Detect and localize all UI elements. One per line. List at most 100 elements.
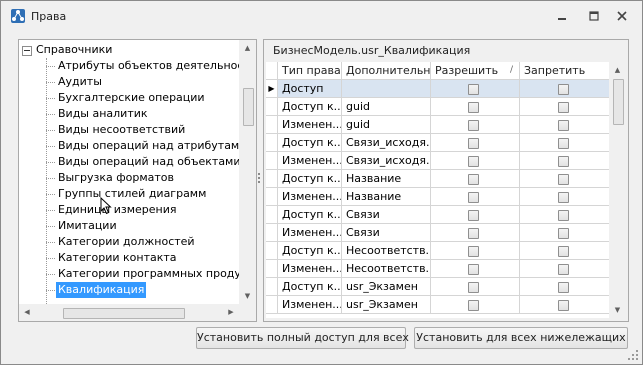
- cell-extra[interactable]: Название: [342, 170, 431, 188]
- cell-type[interactable]: Изменен...: [278, 116, 342, 134]
- deny-checkbox[interactable]: [558, 192, 569, 203]
- row-header[interactable]: [266, 206, 278, 224]
- deny-checkbox[interactable]: [558, 210, 569, 221]
- cell-extra[interactable]: Связи: [342, 224, 431, 242]
- cell-type[interactable]: Доступ: [278, 80, 342, 98]
- table-row[interactable]: Изменен... guid: [266, 116, 611, 134]
- table-row[interactable]: Изменен... Название: [266, 188, 611, 206]
- allow-checkbox[interactable]: [468, 282, 479, 293]
- table-row[interactable]: Доступ к... guid: [266, 98, 611, 116]
- scrollbar-thumb[interactable]: [243, 88, 254, 126]
- cell-type[interactable]: Изменен...: [278, 188, 342, 206]
- cell-type[interactable]: Доступ к...: [278, 170, 342, 188]
- tree-item-label[interactable]: Имитации: [56, 218, 119, 234]
- scroll-down-arrow-icon[interactable]: ▼: [239, 288, 256, 304]
- column-header-extra[interactable]: Дополнительн...: [342, 62, 431, 79]
- table-row[interactable]: Изменен... Связи_исходя...: [266, 152, 611, 170]
- table-row[interactable]: Доступ к... Связи_исходя...: [266, 134, 611, 152]
- allow-checkbox[interactable]: [468, 264, 479, 275]
- cell-extra[interactable]: Связи_исходя...: [342, 134, 431, 152]
- tree-item-label[interactable]: Выгрузка форматов: [56, 170, 176, 186]
- tree-horizontal-scrollbar[interactable]: ◀ ▶: [19, 304, 239, 321]
- table-row[interactable]: Изменен... Несоответств...: [266, 260, 611, 278]
- tree-item-label[interactable]: Виды операций над атрибутами: [56, 138, 248, 154]
- tree-item-label[interactable]: Категории программных продуктов: [56, 266, 256, 282]
- allow-checkbox[interactable]: [468, 84, 479, 95]
- allow-checkbox[interactable]: [468, 174, 479, 185]
- deny-checkbox[interactable]: [558, 228, 569, 239]
- tree-vertical-scrollbar[interactable]: ▲ ▼: [239, 40, 256, 304]
- table-row[interactable]: ▶ Доступ: [266, 80, 611, 98]
- table-row[interactable]: Изменен... Связи: [266, 224, 611, 242]
- row-header[interactable]: [266, 188, 278, 206]
- deny-checkbox[interactable]: [558, 120, 569, 131]
- maximize-icon[interactable]: [586, 9, 602, 23]
- tree-item-label[interactable]: Виды операций над объектами: [56, 154, 243, 170]
- cell-extra[interactable]: usr_Экзамен: [342, 296, 431, 314]
- row-header[interactable]: [266, 170, 278, 188]
- allow-checkbox[interactable]: [468, 120, 479, 131]
- tree-root-label[interactable]: Справочники: [36, 42, 112, 58]
- deny-checkbox[interactable]: [558, 282, 569, 293]
- cell-type[interactable]: Доступ к...: [278, 98, 342, 116]
- tree-item-label[interactable]: Виды аналитик: [56, 106, 150, 122]
- tree-item-label[interactable]: Виды несоответствий: [56, 122, 187, 138]
- minimize-icon[interactable]: [554, 9, 570, 23]
- cell-extra[interactable]: guid: [342, 98, 431, 116]
- cell-extra[interactable]: Связи: [342, 206, 431, 224]
- column-header-type[interactable]: Тип права: [278, 62, 342, 79]
- scroll-left-arrow-icon[interactable]: ◀: [19, 304, 35, 321]
- row-header[interactable]: [266, 152, 278, 170]
- allow-checkbox[interactable]: [468, 228, 479, 239]
- cell-type[interactable]: Доступ к...: [278, 206, 342, 224]
- cell-extra[interactable]: Название: [342, 188, 431, 206]
- allow-checkbox[interactable]: [468, 246, 479, 257]
- table-row[interactable]: Доступ к... Название: [266, 170, 611, 188]
- scroll-up-arrow-icon[interactable]: ▲: [239, 40, 256, 56]
- cell-extra[interactable]: Несоответств...: [342, 260, 431, 278]
- deny-checkbox[interactable]: [558, 102, 569, 113]
- table-row[interactable]: Доступ к... Связи: [266, 206, 611, 224]
- scrollbar-thumb[interactable]: [613, 79, 624, 125]
- allow-checkbox[interactable]: [468, 300, 479, 311]
- cell-type[interactable]: Доступ к...: [278, 278, 342, 296]
- tree-item-label[interactable]: Категории должностей: [56, 234, 197, 250]
- close-icon[interactable]: [614, 9, 630, 23]
- deny-checkbox[interactable]: [558, 300, 569, 311]
- tree-item-label[interactable]: Атрибуты объектов деятельности: [56, 58, 256, 74]
- tree-item-label[interactable]: Единицы измерения: [56, 202, 179, 218]
- resize-grip-icon[interactable]: [627, 349, 639, 361]
- deny-checkbox[interactable]: [558, 246, 569, 257]
- cell-type[interactable]: Изменен...: [278, 224, 342, 242]
- collapse-icon[interactable]: [22, 46, 32, 56]
- column-header-allow[interactable]: Разрешить /: [431, 62, 520, 79]
- deny-checkbox[interactable]: [558, 138, 569, 149]
- row-header[interactable]: [266, 116, 278, 134]
- reference-tree[interactable]: Справочники Атрибуты объектов деятельнос…: [18, 39, 257, 322]
- tree-item-label[interactable]: Квалификация: [56, 282, 147, 298]
- cell-extra[interactable]: Связи_исходя...: [342, 152, 431, 170]
- scrollbar-thumb[interactable]: [63, 308, 185, 319]
- cell-type[interactable]: Изменен...: [278, 296, 342, 314]
- current-row-indicator-icon[interactable]: ▶: [266, 80, 278, 98]
- table-row[interactable]: Доступ к... Несоответств...: [266, 242, 611, 260]
- row-header[interactable]: [266, 242, 278, 260]
- tree-item-label[interactable]: Группы стилей диаграмм: [56, 186, 208, 202]
- allow-checkbox[interactable]: [468, 210, 479, 221]
- cell-type[interactable]: Доступ к...: [278, 134, 342, 152]
- deny-checkbox[interactable]: [558, 84, 569, 95]
- row-header[interactable]: [266, 224, 278, 242]
- column-header-deny[interactable]: Запретить: [520, 62, 611, 79]
- row-header[interactable]: [266, 260, 278, 278]
- scroll-down-arrow-icon[interactable]: ▼: [609, 302, 626, 318]
- tree-item-label[interactable]: Категории контакта: [56, 250, 179, 266]
- allow-checkbox[interactable]: [468, 102, 479, 113]
- panel-splitter[interactable]: [257, 171, 261, 189]
- deny-checkbox[interactable]: [558, 264, 569, 275]
- cell-extra[interactable]: [342, 80, 431, 98]
- permissions-grid[interactable]: Тип права Дополнительн... Разрешить / За…: [266, 62, 611, 318]
- deny-checkbox[interactable]: [558, 174, 569, 185]
- cell-type[interactable]: Изменен...: [278, 152, 342, 170]
- cell-type[interactable]: Изменен...: [278, 260, 342, 278]
- tree-item-label[interactable]: Аудиты: [56, 74, 104, 90]
